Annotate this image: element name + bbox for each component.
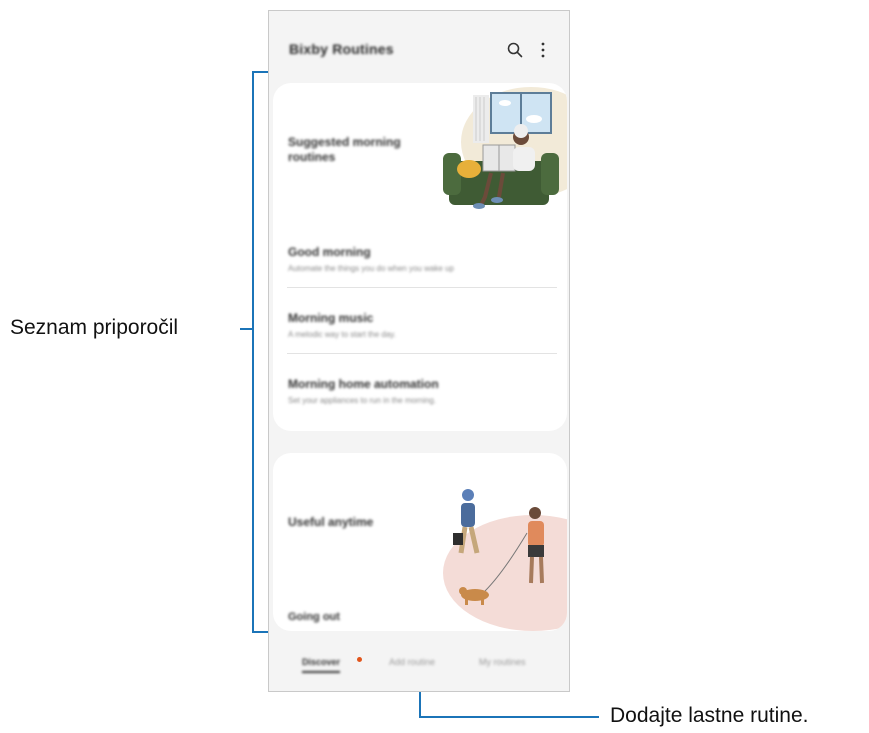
divider bbox=[287, 287, 557, 288]
routine-item-subtitle: Automate the things you do when you wake… bbox=[288, 264, 454, 273]
dog-walk-illustration bbox=[443, 489, 567, 631]
app-header: Bixby Routines bbox=[269, 11, 569, 77]
suggested-morning-card[interactable]: Suggested morning routines Good morning … bbox=[273, 83, 567, 431]
more-vertical-icon[interactable] bbox=[538, 41, 548, 59]
add-routine-callout-label: Dodajte lastne rutine. bbox=[610, 704, 809, 727]
tab-discover[interactable]: Discover bbox=[302, 657, 341, 673]
search-icon[interactable] bbox=[506, 41, 524, 59]
notification-badge bbox=[357, 657, 362, 662]
bottom-navigation: Discover Add routine My routines bbox=[269, 643, 569, 691]
recommendations-callout-tick bbox=[240, 328, 252, 330]
morning-reading-illustration bbox=[443, 87, 567, 209]
app-title: Bixby Routines bbox=[289, 41, 394, 57]
routine-item-subtitle: Set your appliances to run in the mornin… bbox=[288, 396, 437, 405]
suggested-section-title: Suggested morning routines bbox=[288, 135, 401, 164]
recommendations-callout-bracket-bottom bbox=[252, 631, 268, 633]
recommendations-callout-bracket-top bbox=[252, 71, 268, 73]
tab-add-routine[interactable]: Add routine bbox=[389, 657, 435, 667]
divider bbox=[287, 353, 557, 354]
tab-discover-indicator bbox=[302, 671, 341, 673]
tab-discover-label: Discover bbox=[302, 657, 341, 667]
routine-item-going-out[interactable]: Going out bbox=[288, 611, 340, 623]
routine-item-subtitle: A melodic way to start the day. bbox=[288, 330, 396, 339]
recommendations-callout-label: Seznam priporočil bbox=[10, 316, 179, 339]
routine-item-title: Morning home automation bbox=[288, 377, 439, 391]
routine-item-good-morning[interactable]: Good morning Automate the things you do … bbox=[288, 245, 558, 273]
routine-item-morning-home-automation[interactable]: Morning home automation Set your applian… bbox=[288, 377, 558, 405]
useful-section-title: Useful anytime bbox=[288, 515, 374, 529]
routine-item-title: Good morning bbox=[288, 245, 371, 259]
phone-screen: Bixby Routines Suggested morning routine… bbox=[268, 10, 570, 692]
useful-anytime-card[interactable]: Useful anytime Going out bbox=[273, 453, 567, 631]
tab-my-routines[interactable]: My routines bbox=[479, 657, 526, 667]
add-routine-callout-horizontal bbox=[419, 716, 599, 718]
routine-item-morning-music[interactable]: Morning music A melodic way to start the… bbox=[288, 311, 558, 339]
recommendations-callout-bracket bbox=[252, 71, 254, 633]
routine-item-title: Morning music bbox=[288, 311, 374, 325]
